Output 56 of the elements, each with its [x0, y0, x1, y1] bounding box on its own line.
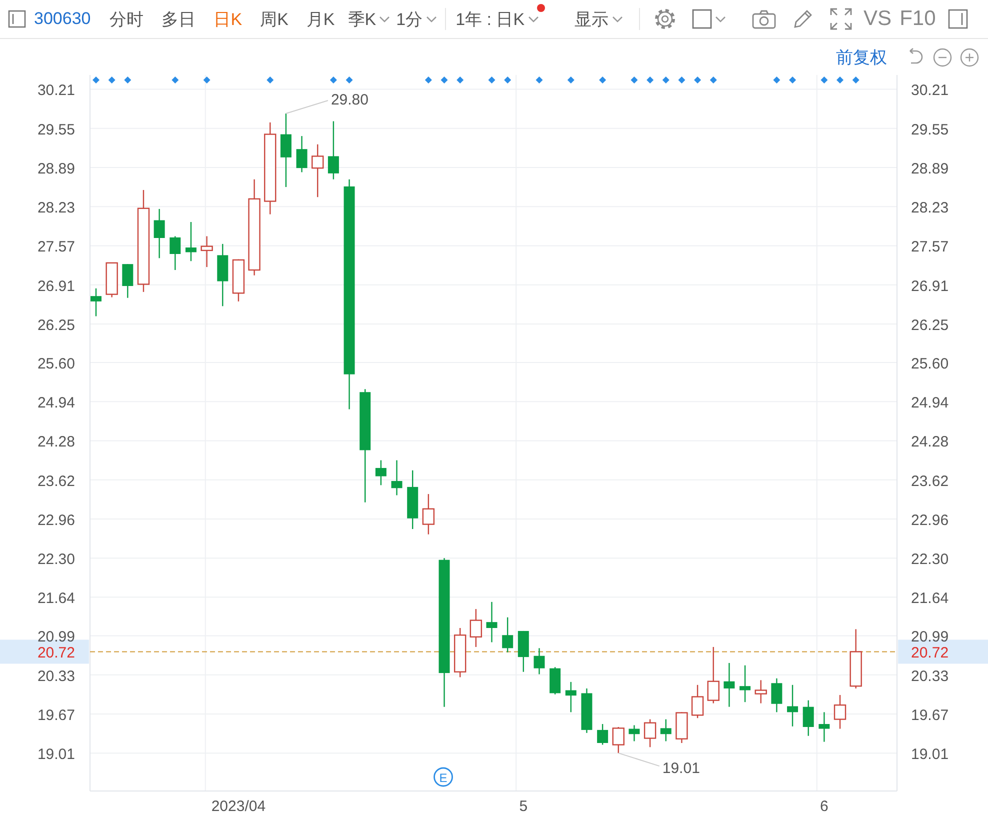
y-tick-label: 22.30	[911, 551, 949, 568]
period-tab[interactable]: 分时	[100, 4, 153, 34]
y-tick-label: 25.60	[911, 355, 949, 372]
adjustment-button[interactable]: 前复权	[836, 46, 887, 68]
y-tick-label: 27.57	[37, 238, 75, 256]
compare-button[interactable]: VS	[864, 7, 892, 31]
low-label: 19.01	[662, 760, 700, 778]
y-tick-label: 24.28	[37, 434, 75, 451]
y-tick-label: 24.28	[911, 434, 949, 451]
x-tick-label: 5	[519, 798, 528, 815]
y-tick-label: 23.62	[911, 472, 949, 490]
y-tick-label: 26.91	[911, 278, 949, 295]
y-tick-label: 26.25	[911, 316, 949, 334]
stock-code: 300630	[34, 9, 91, 29]
period-dropdown[interactable]: 季K	[344, 4, 392, 34]
y-tick-label: 26.25	[37, 316, 75, 334]
display-dropdown[interactable]: 显示	[570, 4, 625, 34]
y-tick-label: 26.91	[37, 278, 75, 295]
y-tick-label: 24.94	[37, 394, 75, 412]
y-tick-label: 19.67	[37, 706, 75, 724]
y-tick-label: 28.89	[911, 160, 949, 178]
y-tick-label: 27.57	[911, 238, 949, 256]
y-tick-label: 25.60	[37, 355, 75, 372]
y-tick-label: 28.89	[37, 160, 75, 178]
y-tick-label: 30.21	[37, 82, 75, 100]
y-tick-label: 29.55	[37, 121, 75, 138]
y-tick-label: 22.96	[911, 512, 949, 529]
price-label: 20.72	[37, 644, 75, 662]
f10-button[interactable]: F10	[900, 7, 936, 31]
y-tick-label: 22.96	[37, 512, 75, 529]
y-tick-label: 21.64	[911, 590, 949, 608]
period-dropdown[interactable]: 1分	[392, 4, 439, 34]
period-tab[interactable]: 周K	[251, 4, 298, 34]
period-tab[interactable]: 多日	[152, 4, 205, 34]
y-tick-label: 20.33	[911, 668, 949, 685]
y-tick-label: 19.01	[911, 746, 949, 764]
y-tick-label: 20.99	[37, 628, 75, 646]
y-tick-label: 22.30	[37, 551, 75, 568]
annotation: E	[439, 771, 448, 785]
y-tick-label: 19.01	[37, 746, 75, 764]
y-tick-label: 24.94	[911, 394, 949, 412]
y-tick-label: 28.23	[37, 200, 75, 217]
range-dropdown[interactable]: 1年 : 日K	[452, 4, 541, 34]
y-tick-label: 29.55	[911, 121, 949, 138]
y-tick-label: 19.67	[911, 706, 949, 724]
x-tick-label: 6	[820, 798, 828, 815]
y-tick-label: 28.23	[911, 200, 949, 217]
y-tick-label: 23.62	[37, 472, 75, 490]
y-tick-label: 30.21	[911, 82, 949, 100]
y-tick-label: 20.99	[911, 628, 949, 646]
y-tick-label: 21.64	[37, 590, 75, 608]
period-tab[interactable]: 月K	[297, 4, 344, 34]
y-tick-label: 20.33	[37, 668, 75, 685]
price-label: 20.72	[911, 644, 949, 662]
x-tick-label: 2023/04	[211, 798, 266, 815]
high-label: 29.80	[330, 92, 368, 109]
